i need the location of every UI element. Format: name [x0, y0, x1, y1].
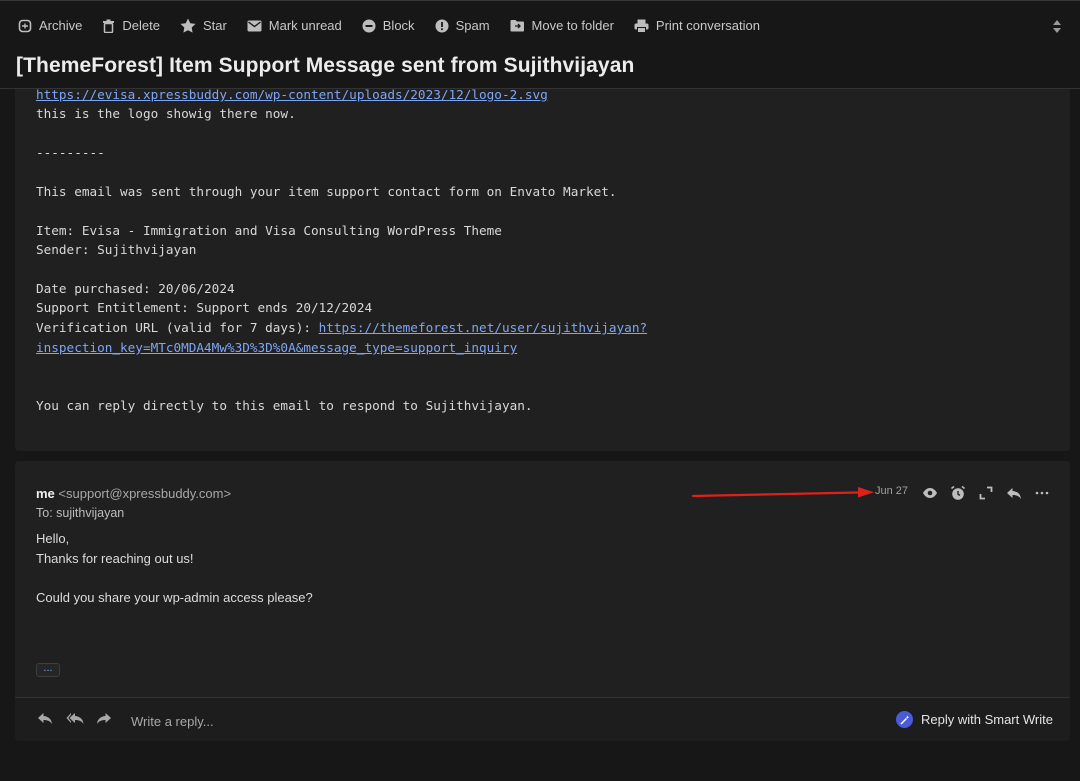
archive-label: Archive — [39, 18, 83, 33]
logo-link[interactable]: https://evisa.xpressbuddy.com/wp-content… — [36, 87, 548, 102]
move-to-folder-button[interactable]: Move to folder — [510, 13, 614, 39]
reply-icon[interactable] — [37, 712, 53, 730]
trash-icon — [103, 19, 115, 33]
body-thanks: Thanks for reaching out us! — [36, 551, 194, 566]
toolbar: Archive Delete Star Mark unread Block Sp… — [0, 0, 1080, 50]
smart-write-label: Reply with Smart Write — [921, 712, 1053, 727]
mark-unread-button[interactable]: Mark unread — [247, 13, 342, 39]
separator-text: --------- — [36, 145, 105, 160]
recipient-line: To: sujithvijayan — [36, 506, 125, 520]
star-button[interactable]: Star — [180, 13, 227, 39]
star-label: Star — [202, 18, 227, 33]
message-actions — [921, 484, 1051, 502]
sort-icon — [1053, 20, 1061, 33]
spam-label: Spam — [455, 18, 490, 33]
mark-unread-label: Mark unread — [268, 18, 342, 33]
sender-name: me — [36, 486, 55, 501]
item-line: Item: Evisa - Immigration and Visa Consu… — [36, 223, 502, 238]
verification-label: Verification URL (valid for 7 days): — [36, 320, 319, 335]
sender-line[interactable]: me <support@xpressbuddy.com> — [36, 486, 231, 501]
reply-note: You can reply directly to this email to … — [36, 398, 533, 413]
reply-all-icon[interactable] — [66, 712, 84, 730]
block-button[interactable]: Block — [362, 13, 415, 39]
body-request: Could you share your wp-admin access ple… — [36, 590, 313, 605]
delete-button[interactable]: Delete — [102, 13, 160, 39]
verification-link[interactable]: https://themeforest.net/user/sujithvijay… — [319, 320, 647, 335]
printer-icon — [634, 19, 649, 33]
smart-write-button[interactable]: Reply with Smart Write — [896, 711, 1053, 728]
message-card-2: me <support@xpressbuddy.com> To: sujithv… — [15, 461, 1070, 741]
spam-button[interactable]: Spam — [435, 13, 490, 39]
logo-note: this is the logo showig there now. — [36, 106, 296, 121]
magic-wand-icon — [896, 711, 913, 728]
block-label: Block — [382, 18, 415, 33]
message-card-1: https://evisa.xpressbuddy.com/wp-content… — [15, 87, 1070, 451]
folder-icon — [510, 20, 524, 32]
print-conversation-label: Print conversation — [655, 18, 760, 33]
sort-toggle[interactable] — [1052, 19, 1062, 39]
print-conversation-button[interactable]: Print conversation — [634, 13, 760, 39]
verification-link-continued[interactable]: inspection_key=MTc0MDA4Mw%3D%3D%0A&messa… — [36, 340, 517, 355]
red-arrow-annotation — [691, 487, 874, 498]
snooze-icon[interactable] — [949, 484, 967, 502]
star-icon — [180, 18, 196, 33]
block-icon — [362, 19, 376, 32]
verification-line: Verification URL (valid for 7 days): htt… — [36, 320, 647, 336]
archive-icon — [18, 19, 32, 32]
reply-icon[interactable] — [1005, 484, 1023, 502]
more-icon[interactable] — [1033, 484, 1051, 502]
expand-icon[interactable] — [977, 484, 995, 502]
sent-through-text: This email was sent through your item su… — [36, 184, 617, 199]
mail-icon — [247, 20, 262, 31]
support-entitlement-line: Support Entitlement: Support ends 20/12/… — [36, 300, 373, 315]
delete-label: Delete — [122, 18, 160, 33]
reply-input[interactable]: Write a reply... — [131, 714, 214, 729]
move-to-folder-label: Move to folder — [531, 18, 614, 33]
sender-email: <support@xpressbuddy.com> — [58, 486, 232, 501]
forward-icon[interactable] — [96, 712, 112, 730]
date-purchased-line: Date purchased: 20/06/2024 — [36, 281, 235, 296]
spam-icon — [435, 19, 449, 32]
archive-button[interactable]: Archive — [18, 13, 82, 39]
eye-icon[interactable] — [921, 484, 939, 502]
body-greeting: Hello, — [36, 531, 70, 546]
sender-line-1: Sender: Sujithvijayan — [36, 242, 197, 257]
email-subject: [ThemeForest] Item Support Message sent … — [16, 54, 635, 77]
show-trimmed-button[interactable]: ... — [36, 663, 60, 677]
reply-bar: Write a reply... Reply with Smart Write — [15, 697, 1070, 741]
